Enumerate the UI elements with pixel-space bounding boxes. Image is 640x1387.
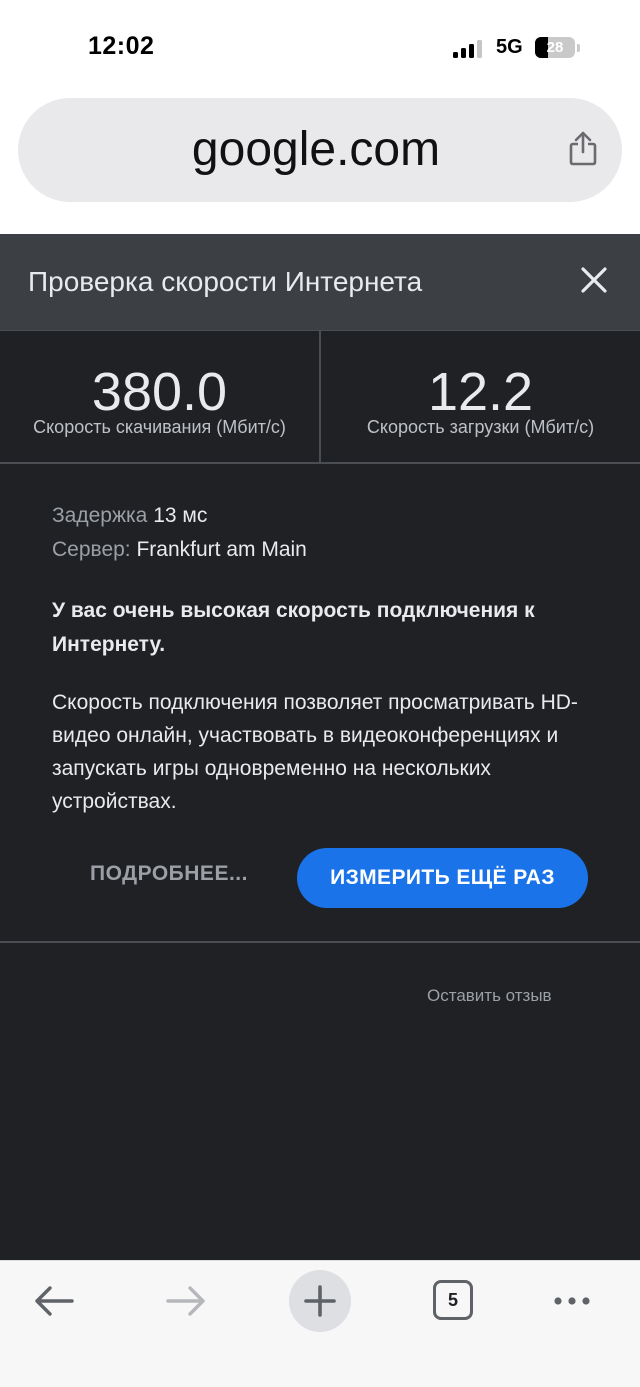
plus-icon	[304, 1285, 336, 1317]
battery-cap	[577, 44, 580, 52]
url-text[interactable]: google.com	[18, 98, 622, 202]
latency-key: Задержка	[52, 504, 148, 527]
tabs-icon[interactable]: 5	[433, 1280, 473, 1320]
download-label: Скорость скачивания (Мбит/с)	[33, 417, 286, 437]
upload-value: 12.2	[427, 362, 534, 422]
feedback-link[interactable]: Оставить отзыв	[427, 986, 552, 1006]
speed-metrics: 380.0 Скорость скачивания (Мбит/с) 12.2 …	[0, 330, 640, 464]
latency-line: Задержка 13 мс	[52, 504, 207, 528]
battery-icon: 28	[535, 37, 575, 58]
speed-description: Скорость подключения позволяет просматри…	[52, 691, 578, 813]
download-metric: 380.0 Скорость скачивания (Мбит/с)	[0, 331, 319, 463]
clock: 12:02	[88, 32, 155, 60]
network-type: 5G	[496, 36, 523, 58]
upload-metric: 12.2 Скорость загрузки (Мбит/с)	[321, 331, 640, 463]
status-bar: 12:02 5G 28	[0, 0, 640, 90]
battery-level: 28	[546, 39, 564, 56]
latency-value: 13 мс	[153, 504, 208, 527]
more-details-link[interactable]: ПОДРОБНЕЕ...	[90, 862, 248, 886]
more-dots-icon[interactable]	[552, 1291, 592, 1311]
speed-test-panel: Проверка скорости Интернета 380.0 Скорос…	[0, 234, 640, 1260]
panel-title: Проверка скорости Интернета	[28, 266, 423, 297]
forward-arrow-icon[interactable]	[164, 1279, 208, 1323]
share-icon[interactable]	[568, 130, 598, 166]
retest-button[interactable]: ИЗМЕРИТЬ ЕЩЁ РАЗ	[297, 848, 588, 908]
close-icon[interactable]	[578, 264, 610, 296]
panel-header: Проверка скорости Интернета	[0, 234, 640, 330]
signal-icon	[453, 40, 483, 58]
speed-verdict: У вас очень высокая скорость подключения…	[52, 599, 535, 656]
server-key: Сервер:	[52, 538, 131, 561]
server-value: Frankfurt am Main	[136, 538, 307, 561]
address-bar[interactable]: google.com	[18, 98, 622, 202]
server-line: Сервер: Frankfurt am Main	[52, 538, 307, 562]
download-value: 380.0	[91, 362, 228, 422]
back-arrow-icon[interactable]	[32, 1279, 76, 1323]
bottom-toolbar: 5	[0, 1260, 640, 1387]
new-tab-button[interactable]	[289, 1270, 351, 1332]
panel-divider	[0, 941, 640, 943]
upload-label: Скорость загрузки (Мбит/с)	[366, 417, 595, 437]
